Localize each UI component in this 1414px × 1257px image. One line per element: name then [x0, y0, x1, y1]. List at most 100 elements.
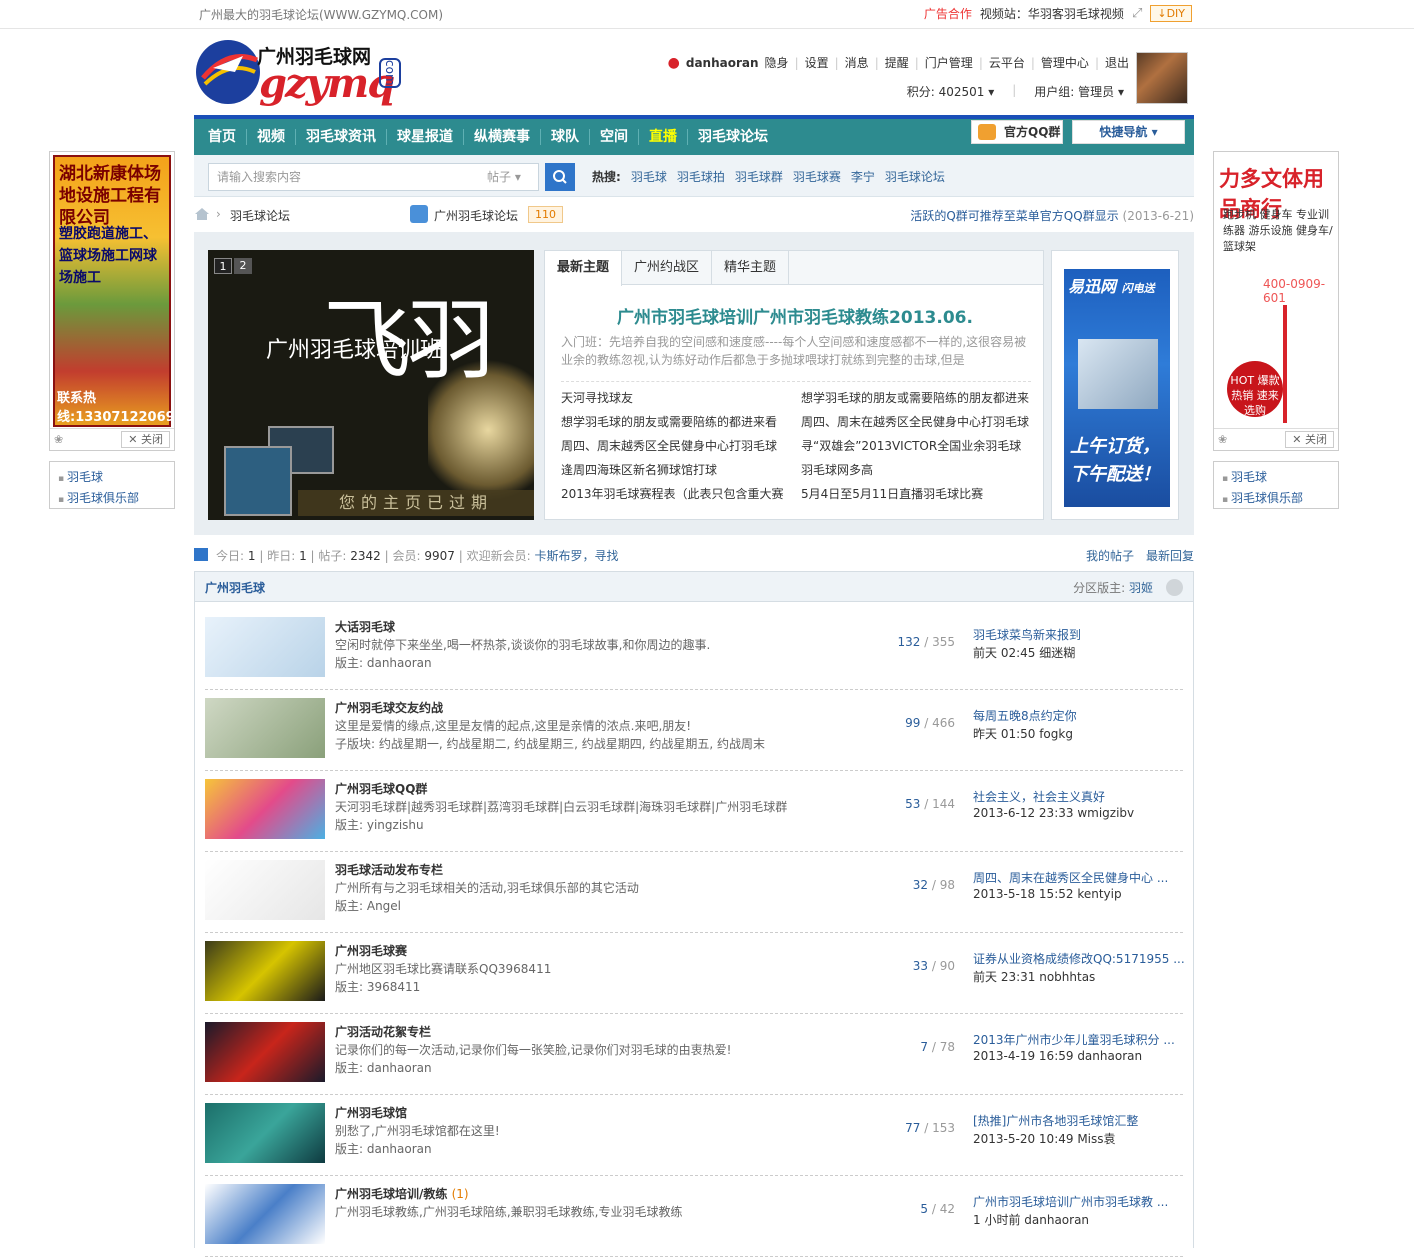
qq-group-button[interactable]: 官方QQ群 [971, 120, 1063, 144]
username[interactable]: danhaoran [686, 56, 759, 70]
hot-search-link[interactable]: 羽毛球赛 [793, 168, 841, 185]
tab-latest[interactable]: 最新主题 [545, 251, 623, 286]
forum-name[interactable]: 广州羽毛球馆 [335, 1104, 407, 1121]
forum-name[interactable]: 广州羽毛球赛 [335, 942, 407, 959]
avatar[interactable] [1136, 52, 1188, 104]
last-post-title[interactable]: 证券从业资格成绩修改QQ:5171955 ... [973, 950, 1185, 967]
fullscreen-icon[interactable]: ⤢ [1132, 6, 1142, 21]
hot-search-link[interactable]: 羽毛球 [631, 168, 667, 185]
slider-page-1[interactable]: 1 [214, 258, 232, 274]
search-button[interactable] [545, 163, 575, 191]
forum-icon-image[interactable] [205, 1022, 325, 1082]
forum-name[interactable]: 广羽活动花絮专栏 [335, 1023, 431, 1040]
last-post-title[interactable]: 周四、周末在越秀区全民健身中心 ... [973, 869, 1168, 886]
hot-search-link[interactable]: 羽毛球群 [735, 168, 783, 185]
nav-item-home[interactable]: 首页 [198, 119, 246, 155]
ad-link[interactable]: 羽毛球俱乐部 [1222, 489, 1338, 510]
forum-icon-image[interactable] [205, 1184, 325, 1244]
topic-link[interactable]: 周四、周末在越秀区全民健身中心打羽毛球 [801, 410, 1029, 434]
breadcrumb-forum[interactable]: 羽毛球论坛 [230, 207, 290, 224]
new-member-link[interactable]: 卡斯布罗，寻找 [534, 549, 618, 563]
forum-row: 广州羽毛球QQ群 天河羽毛球群|越秀羽毛球群|荔湾羽毛球群|白云羽毛球群|海珠羽… [205, 771, 1183, 852]
last-post-title[interactable]: 广州市羽毛球培训广州市羽毛球教 ... [973, 1193, 1168, 1210]
topic-link[interactable]: 5月4日至5月11日直播羽毛球比赛 [801, 482, 1029, 506]
moderator-link[interactable]: 羽姬 [1129, 581, 1153, 595]
last-post-title[interactable]: 2013年广州市少年儿童羽毛球积分 ... [973, 1031, 1175, 1048]
nav-item-space[interactable]: 空间 [590, 119, 638, 155]
nav-item-teams[interactable]: 球队 [541, 119, 589, 155]
last-post-title[interactable]: [热推]广州市各地羽毛球馆汇整 [973, 1112, 1138, 1129]
user-link-cloud[interactable]: 云平台 [989, 54, 1025, 71]
forum-name[interactable]: 广州羽毛球交友约战 [335, 699, 443, 716]
nav-item-live[interactable]: 直播 [639, 119, 687, 155]
ad-link[interactable]: 羽毛球俱乐部 [58, 489, 174, 510]
user-link-reminders[interactable]: 提醒 [885, 54, 909, 71]
side-banner-ad[interactable]: 易迅网 闪电送 上午订货， 下午配送！ [1051, 250, 1179, 520]
user-link-hide[interactable]: 隐身 [765, 54, 789, 71]
right-float-ad[interactable]: 力多文体用品商行 跑步机 健身车 专业训练器 游乐设施 健身车/篮球架 400-… [1213, 151, 1339, 451]
user-link-logout[interactable]: 退出 [1105, 54, 1129, 71]
last-post-title[interactable]: 羽毛球菜鸟新来报到 [973, 626, 1081, 643]
user-points[interactable]: 积分: 402501 ▾ [907, 83, 995, 100]
latest-replies-link[interactable]: 最新回复 [1146, 547, 1194, 564]
search-input[interactable]: 请输入搜索内容 [208, 163, 480, 191]
topic-link[interactable]: 天河寻找球友 [561, 386, 784, 410]
user-link-admin-center[interactable]: 管理中心 [1041, 54, 1089, 71]
ad-link[interactable]: 羽毛球 [58, 468, 174, 489]
ad-close-button[interactable]: ✕ 关闭 [1285, 431, 1334, 448]
ad-close-button[interactable]: ✕ 关闭 [121, 431, 170, 448]
my-posts-link[interactable]: 我的帖子 [1086, 547, 1134, 564]
topic-link[interactable]: 想学羽毛球的朋友或需要陪练的都进来看 [561, 410, 784, 434]
topic-link[interactable]: 逢周四海珠区新名狮球馆打球 [561, 458, 784, 482]
hot-search-link[interactable]: 李宁 [851, 168, 875, 185]
last-post-title[interactable]: 每周五晚8点约定你 [973, 707, 1077, 724]
topic-link[interactable]: 羽毛球网多高 [801, 458, 1029, 482]
nav-item-forum[interactable]: 羽毛球论坛 [688, 119, 778, 155]
topic-link[interactable]: 想学羽毛球的朋友或需要陪练的朋友都进来 [801, 386, 1029, 410]
tab-guangzhou-match[interactable]: 广州约战区 [622, 251, 713, 284]
collapse-icon[interactable] [1166, 579, 1183, 596]
nav-item-news[interactable]: 羽毛球资讯 [296, 119, 386, 155]
nav-item-events[interactable]: 纵横赛事 [464, 119, 540, 155]
nav-item-video[interactable]: 视频 [247, 119, 295, 155]
post-count: 466 [932, 716, 955, 730]
forum-icon-image[interactable] [205, 1103, 325, 1163]
user-link-settings[interactable]: 设置 [805, 54, 829, 71]
tab-featured[interactable]: 精华主题 [712, 251, 790, 284]
left-float-ad[interactable]: 湖北新康体场地设施工程有限公司 塑胶跑道施工、篮球场施工网球场施工 联系热线:1… [49, 151, 175, 451]
image-slider[interactable]: 飞羽 广州羽毛球培训班 您的主页已过期 1 2 [208, 250, 534, 520]
user-group[interactable]: 用户组: 管理员 ▾ [1034, 83, 1124, 100]
forum-icon-image[interactable] [205, 698, 325, 758]
forum-name[interactable]: 羽毛球活动发布专栏 [335, 861, 443, 878]
search-type-select[interactable]: 帖子 ▾ [479, 163, 539, 191]
user-link-portal-admin[interactable]: 门户管理 [925, 54, 973, 71]
breadcrumb-gz-forum[interactable]: 广州羽毛球论坛 [434, 207, 518, 224]
ad-footer: ❀ ✕ 关闭 [1214, 428, 1338, 450]
last-post-title[interactable]: 社会主义，社会主义真好 [973, 788, 1105, 805]
ad-coop-link[interactable]: 广告合作 [924, 5, 972, 22]
video-site-link[interactable]: 视频站：华羽客羽毛球视频 [980, 5, 1124, 22]
forum-icon-image[interactable] [205, 860, 325, 920]
forum-icon-image[interactable] [205, 617, 325, 677]
forum-name[interactable]: 广州羽毛球培训/教练 (1) [335, 1185, 469, 1202]
slider-page-2[interactable]: 2 [234, 258, 252, 274]
user-link-messages[interactable]: 消息 [845, 54, 869, 71]
topic-link[interactable]: 周四、周末越秀区全民健身中心打羽毛球 [561, 434, 784, 458]
forum-name[interactable]: 大话羽毛球 [335, 618, 395, 635]
forum-icon-image[interactable] [205, 779, 325, 839]
hot-search-link[interactable]: 羽毛球拍 [677, 168, 725, 185]
nav-item-stars[interactable]: 球星报道 [387, 119, 463, 155]
topic-link[interactable]: 寻“双雄会”2013VICTOR全国业余羽毛球 [801, 434, 1029, 458]
topic-link[interactable]: 2013年羽毛球赛程表（此表只包含重大赛 [561, 482, 784, 506]
category-title[interactable]: 广州羽毛球 [205, 579, 265, 596]
forum-icon-image[interactable] [205, 941, 325, 1001]
quick-nav-button[interactable]: 快捷导航 ▾ [1072, 120, 1185, 144]
forum-name[interactable]: 广州羽毛球QQ群 [335, 780, 427, 797]
hot-search-link[interactable]: 羽毛球论坛 [885, 168, 945, 185]
site-logo[interactable]: 广州羽毛球网 gzymq com [195, 38, 401, 108]
announcement[interactable]: 活跃的Q群可推荐至菜单官方QQ群显示 (2013-6-21) [910, 207, 1194, 224]
home-icon[interactable] [194, 207, 210, 221]
ad-link[interactable]: 羽毛球 [1222, 468, 1338, 489]
diy-button[interactable]: ↓DIY [1150, 5, 1192, 22]
headline-link[interactable]: 广州市羽毛球培训广州市羽毛球教练2013.06. [545, 303, 1045, 328]
